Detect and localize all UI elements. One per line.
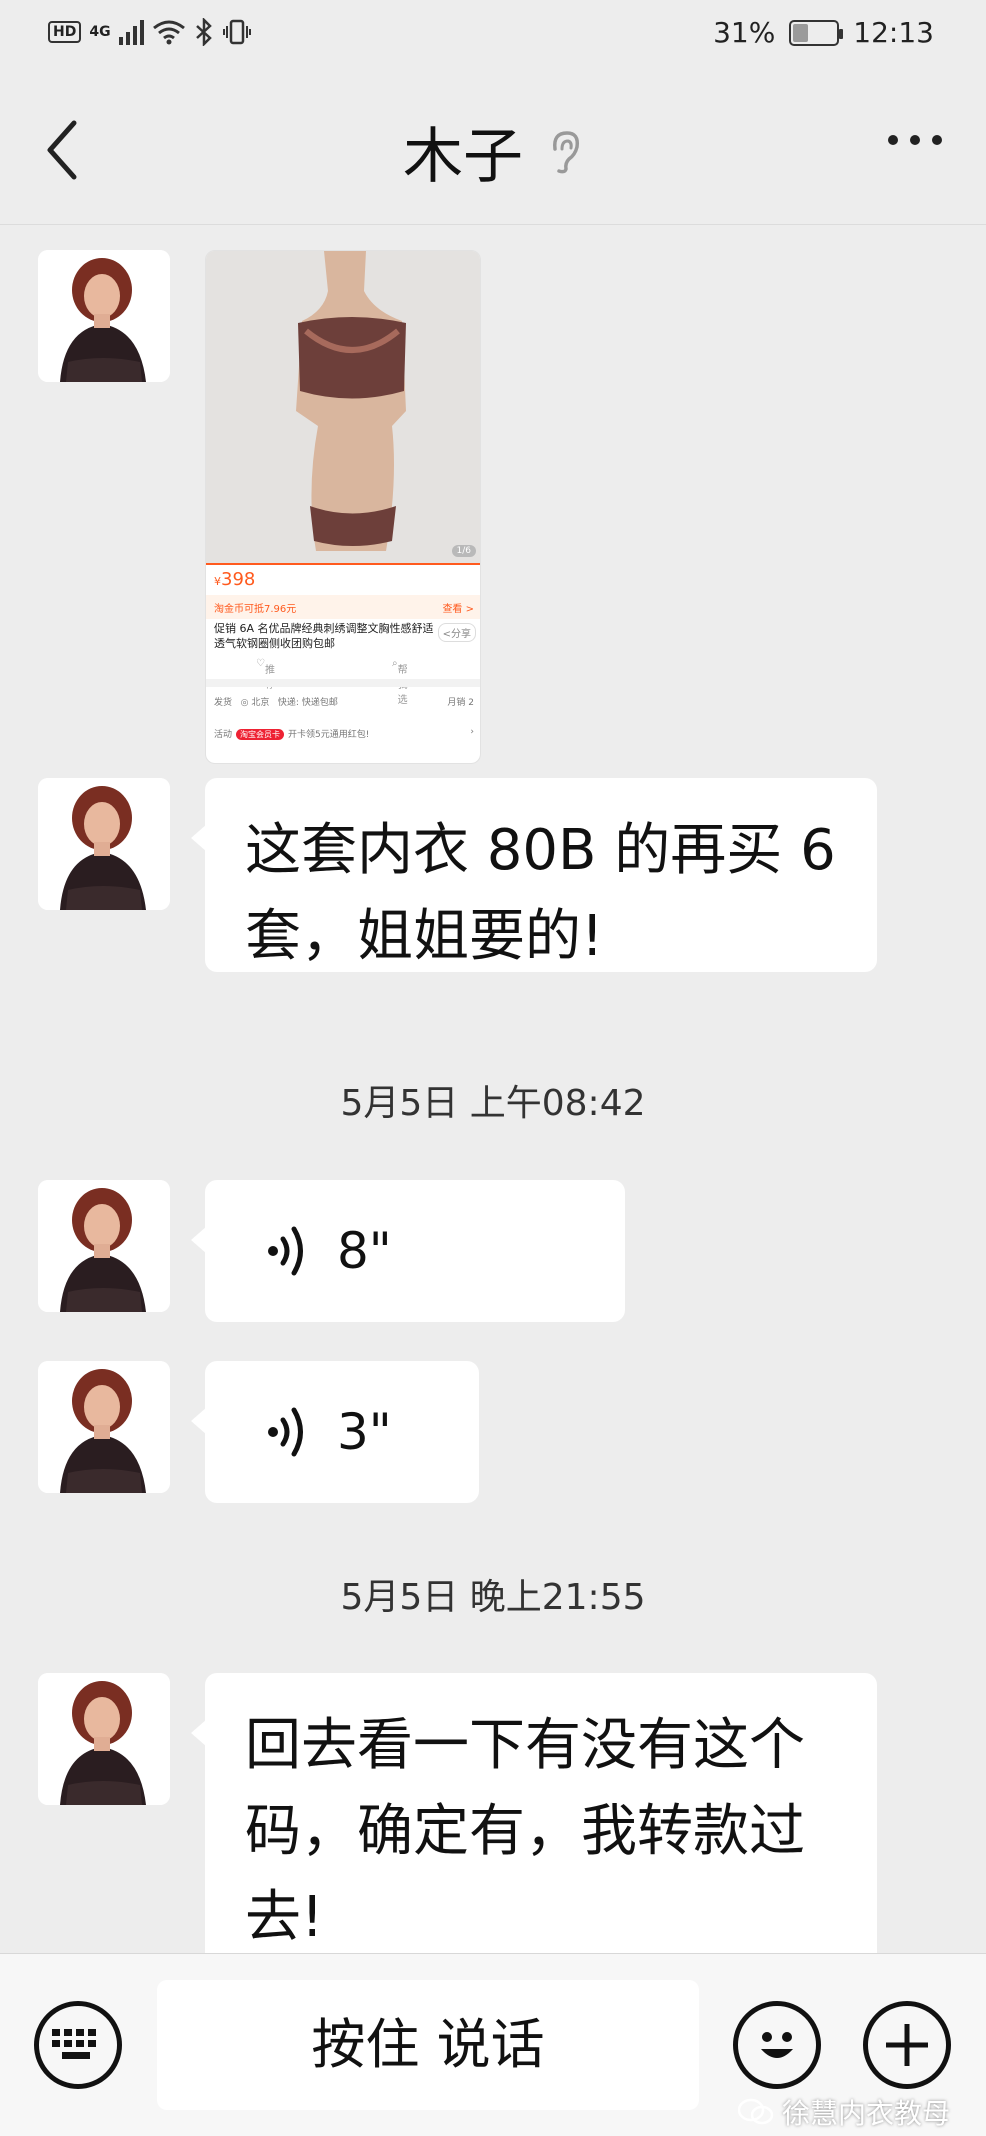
product-price: ¥398 (206, 563, 480, 595)
avatar[interactable] (38, 778, 170, 910)
timestamp: 5月5日 上午08:42 (340, 1083, 646, 1124)
shipping-row: 发货 ◎ 北京 快递: 快递包邮 月销 2 (214, 698, 474, 708)
battery-icon (789, 19, 844, 46)
plus-icon[interactable] (863, 2001, 951, 2089)
message-text: 回去看一下有没有这个码，确定有，我转款过去! (245, 1713, 805, 1950)
favorite-button[interactable]: ♡ 推荐 (256, 658, 275, 691)
image-index-badge: 1/6 (451, 545, 476, 557)
wifi-icon (152, 20, 185, 45)
watermark: 徐慧内衣教母 (737, 2092, 950, 2132)
battery-percent: 31% (713, 16, 776, 49)
voice-wave-icon (268, 1226, 303, 1276)
help-choose-button[interactable]: ⌕ 帮我选 (392, 658, 408, 706)
voice-duration: 8" (337, 1222, 392, 1280)
input-bar: 按住 说话 徐慧内衣教母 (0, 1953, 986, 2136)
product-card[interactable]: 1/6 ¥398 淘金币可抵7.96元 查看 > 促销 6A 名优品牌经典刺绣调整… (205, 250, 481, 764)
avatar[interactable] (38, 1180, 170, 1312)
network-type: 4G (89, 24, 111, 40)
status-bar: HD 4G 31% 12:13 (0, 0, 986, 70)
look-link[interactable]: 查看 > (442, 600, 474, 615)
clock: 12:13 (853, 16, 934, 49)
voice-duration: 3" (337, 1403, 392, 1461)
message-bubble[interactable]: 回去看一下有没有这个码，确定有，我转款过去! (191, 1673, 877, 1953)
voice-message[interactable]: 3" (191, 1361, 479, 1503)
emoji-icon[interactable] (733, 2001, 821, 2089)
activity-row: 活动 淘宝会员卡 开卡领5元通用红包! › (214, 727, 474, 740)
ear-icon (553, 130, 580, 173)
more-options-icon[interactable] (888, 135, 942, 145)
signal-icon (118, 19, 144, 45)
vibrate-icon (222, 19, 251, 45)
timestamp: 5月5日 晚上21:55 (340, 1577, 646, 1618)
keyboard-icon[interactable] (34, 2001, 122, 2089)
product-description: 促销 6A 名优品牌经典刺绣调整文胸性感舒适透气软钢圈侧收团购包邮 (214, 622, 434, 650)
avatar[interactable] (38, 250, 170, 382)
message-text: 这套内衣 80B 的再买 6 套，姐姐要的! (245, 818, 836, 969)
voice-message[interactable]: 8" (191, 1180, 625, 1322)
avatar[interactable] (38, 1673, 170, 1805)
hd-indicator: HD (48, 21, 82, 43)
product-image: 1/6 (206, 251, 480, 563)
chat-area[interactable]: 1/6 ¥398 淘金币可抵7.96元 查看 > 促销 6A 名优品牌经典刺绣调整… (0, 226, 986, 1953)
share-button[interactable]: <分享 (437, 623, 476, 642)
bluetooth-icon (195, 18, 212, 46)
chat-title: 木子 (403, 122, 523, 192)
coin-discount: 淘金币可抵7.96元 查看 > (206, 595, 480, 619)
chat-header: 木子 (0, 70, 986, 225)
voice-wave-icon (268, 1407, 303, 1457)
avatar[interactable] (38, 1361, 170, 1493)
hold-to-talk-button[interactable]: 按住 说话 (157, 1980, 699, 2110)
wechat-logo-icon (737, 2098, 774, 2125)
message-bubble[interactable]: 这套内衣 80B 的再买 6 套，姐姐要的! (191, 778, 877, 972)
